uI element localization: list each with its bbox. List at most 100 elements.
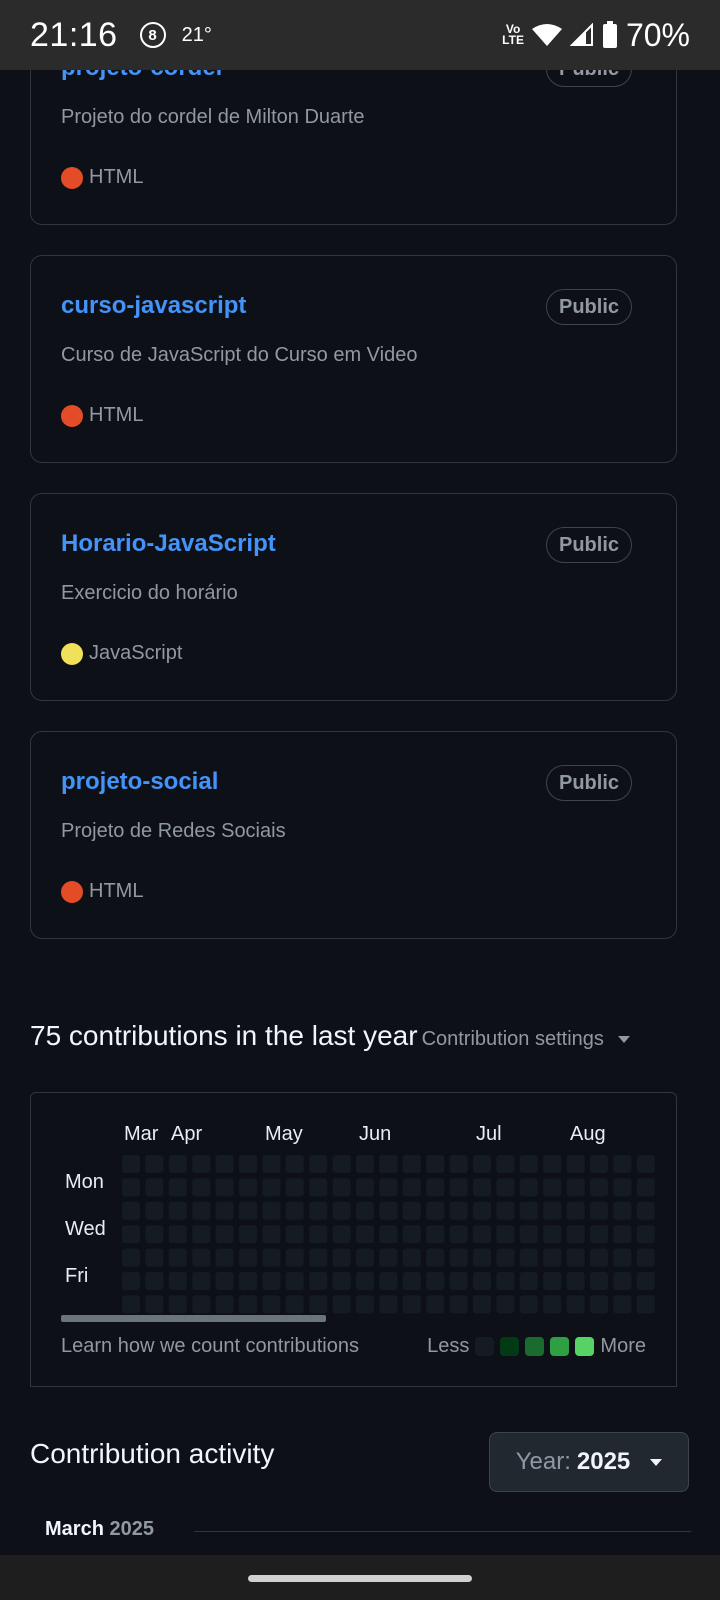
contribution-cell[interactable] (168, 1272, 187, 1290)
contribution-settings-button[interactable]: Contribution settings (422, 1028, 630, 1051)
contribution-cell[interactable] (145, 1272, 164, 1290)
contribution-cell[interactable] (402, 1225, 421, 1244)
contribution-cell[interactable] (426, 1155, 445, 1173)
contribution-cell[interactable] (590, 1272, 608, 1290)
contribution-cell[interactable] (590, 1155, 608, 1173)
repo-name-link[interactable]: Horario-JavaScript (61, 530, 276, 558)
contribution-cell[interactable] (543, 1155, 562, 1173)
contribution-cell[interactable] (122, 1155, 140, 1173)
contribution-cell[interactable] (379, 1155, 398, 1173)
contribution-cell[interactable] (309, 1178, 328, 1197)
contribution-cell[interactable] (145, 1295, 164, 1314)
contribution-cell[interactable] (426, 1295, 445, 1314)
contribution-cell[interactable] (309, 1155, 328, 1173)
contribution-cell[interactable] (402, 1295, 421, 1314)
contribution-cell[interactable] (473, 1178, 491, 1197)
contribution-cell[interactable] (356, 1201, 374, 1220)
contribution-cell[interactable] (402, 1248, 421, 1267)
contribution-cell[interactable] (402, 1178, 421, 1197)
contribution-cell[interactable] (566, 1178, 585, 1197)
contribution-cell[interactable] (332, 1248, 351, 1267)
contribution-cell[interactable] (262, 1248, 281, 1267)
contribution-cell[interactable] (426, 1248, 445, 1267)
contribution-cell[interactable] (543, 1201, 562, 1220)
contribution-cell[interactable] (192, 1295, 211, 1314)
contribution-cell[interactable] (473, 1155, 491, 1173)
contribution-cell[interactable] (309, 1201, 328, 1220)
contribution-cell[interactable] (566, 1295, 585, 1314)
contribution-cell[interactable] (519, 1295, 538, 1314)
contribution-cell[interactable] (566, 1272, 585, 1290)
contribution-cell[interactable] (473, 1201, 491, 1220)
contribution-cell[interactable] (168, 1178, 187, 1197)
contribution-cell[interactable] (192, 1272, 211, 1290)
contribution-cell[interactable] (239, 1248, 257, 1267)
contribution-cell[interactable] (122, 1225, 140, 1244)
contribution-cell[interactable] (566, 1248, 585, 1267)
contribution-cell[interactable] (285, 1155, 304, 1173)
contribution-cell[interactable] (379, 1248, 398, 1267)
contribution-cell[interactable] (543, 1272, 562, 1290)
contribution-cell[interactable] (145, 1178, 164, 1197)
contribution-cell[interactable] (215, 1248, 234, 1267)
contribution-cell[interactable] (519, 1248, 538, 1267)
contribution-cell[interactable] (473, 1225, 491, 1244)
contribution-cell[interactable] (543, 1295, 562, 1314)
contribution-cell[interactable] (262, 1272, 281, 1290)
contribution-cell[interactable] (239, 1155, 257, 1173)
contribution-cell[interactable] (379, 1295, 398, 1314)
contribution-cell[interactable] (426, 1201, 445, 1220)
contribution-cell[interactable] (496, 1272, 515, 1290)
contribution-cell[interactable] (262, 1225, 281, 1244)
contribution-cell[interactable] (309, 1225, 328, 1244)
contribution-cell[interactable] (356, 1155, 374, 1173)
contribution-cell[interactable] (239, 1225, 257, 1244)
contribution-cell[interactable] (122, 1272, 140, 1290)
contribution-cell[interactable] (192, 1225, 211, 1244)
contribution-cell[interactable] (356, 1225, 374, 1244)
contribution-cell[interactable] (636, 1155, 655, 1173)
contribution-cell[interactable] (122, 1178, 140, 1197)
contribution-cell[interactable] (636, 1201, 655, 1220)
contribution-cell[interactable] (636, 1272, 655, 1290)
contribution-cell[interactable] (590, 1295, 608, 1314)
contribution-cell[interactable] (543, 1248, 562, 1267)
contribution-cell[interactable] (519, 1155, 538, 1173)
graph-scrollbar[interactable] (61, 1315, 326, 1322)
contribution-cell[interactable] (332, 1295, 351, 1314)
contribution-cell[interactable] (262, 1178, 281, 1197)
contribution-cell[interactable] (285, 1248, 304, 1267)
contribution-cell[interactable] (473, 1272, 491, 1290)
contribution-cell[interactable] (636, 1178, 655, 1197)
contribution-cell[interactable] (239, 1295, 257, 1314)
contribution-cell[interactable] (122, 1201, 140, 1220)
contribution-cell[interactable] (543, 1178, 562, 1197)
repo-name-link[interactable]: projeto-social (61, 768, 218, 796)
contribution-cell[interactable] (332, 1155, 351, 1173)
contribution-cell[interactable] (590, 1201, 608, 1220)
contribution-cell[interactable] (613, 1225, 632, 1244)
contribution-cell[interactable] (332, 1178, 351, 1197)
contribution-cell[interactable] (285, 1295, 304, 1314)
contribution-cell[interactable] (379, 1178, 398, 1197)
contribution-cell[interactable] (145, 1248, 164, 1267)
contribution-cell[interactable] (356, 1178, 374, 1197)
contribution-cell[interactable] (613, 1272, 632, 1290)
contribution-cell[interactable] (239, 1178, 257, 1197)
contribution-cell[interactable] (426, 1178, 445, 1197)
contribution-cell[interactable] (168, 1201, 187, 1220)
contribution-cell[interactable] (496, 1248, 515, 1267)
contribution-cell[interactable] (449, 1248, 468, 1267)
contribution-cell[interactable] (590, 1178, 608, 1197)
contribution-cell[interactable] (215, 1155, 234, 1173)
contribution-cell[interactable] (590, 1225, 608, 1244)
contribution-cell[interactable] (285, 1225, 304, 1244)
contribution-cell[interactable] (636, 1295, 655, 1314)
contribution-cell[interactable] (566, 1155, 585, 1173)
contribution-cell[interactable] (145, 1201, 164, 1220)
contribution-cell[interactable] (122, 1248, 140, 1267)
contribution-cell[interactable] (239, 1201, 257, 1220)
contribution-cell[interactable] (356, 1272, 374, 1290)
contribution-cell[interactable] (566, 1201, 585, 1220)
contribution-cell[interactable] (613, 1155, 632, 1173)
